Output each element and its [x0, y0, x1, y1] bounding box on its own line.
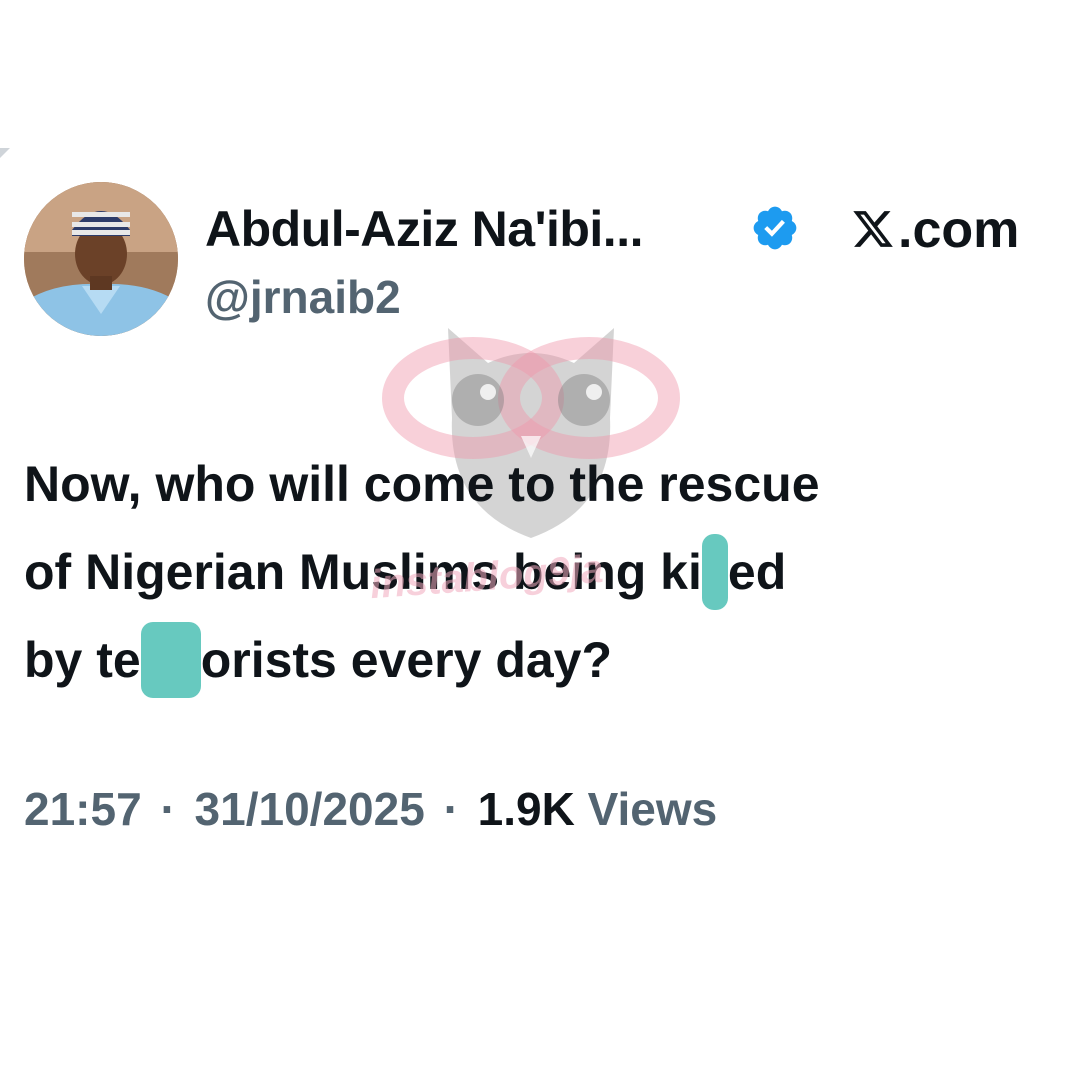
redaction-mark: ll — [701, 533, 728, 610]
tweet-date[interactable]: 31/10/2025 — [195, 783, 425, 835]
handle[interactable]: @jrnaib2 — [205, 270, 401, 324]
views-count: 1.9K — [477, 783, 575, 835]
separator: · — [160, 783, 176, 835]
avatar-image — [24, 182, 178, 336]
tweet-text-segment: Now, who will come to the rescue — [24, 456, 820, 512]
avatar[interactable] — [24, 182, 178, 336]
verified-badge-icon — [750, 203, 800, 253]
tweet-text: Now, who will come to the rescue of Nige… — [24, 440, 1064, 704]
tweet-text-segment: by te — [24, 632, 141, 688]
tweet-screenshot: Abdul-Aziz Na'ibi... .com @jrnaib2 Now, … — [0, 0, 1080, 1080]
tweet-time[interactable]: 21:57 — [24, 783, 142, 835]
tweet-line-2: of Nigerian Muslims being killed — [24, 528, 1064, 616]
display-name[interactable]: Abdul-Aziz Na'ibi... — [205, 200, 643, 258]
tweet-meta: 21:57 · 31/10/2025 · 1.9K Views — [24, 782, 717, 836]
x-logo-icon — [850, 207, 896, 251]
views-label: Views — [587, 783, 718, 835]
tweet-text-segment: orists every day? — [200, 632, 613, 688]
tweet-line-1: Now, who will come to the rescue — [24, 440, 1064, 528]
tweet-text-segment: ed — [727, 544, 787, 600]
redaction-mark: rr — [140, 621, 201, 698]
tweet-text-segment: of Nigerian Muslims being ki — [24, 544, 702, 600]
site-label: .com — [850, 200, 1019, 260]
separator: · — [443, 783, 459, 835]
corner-mark — [0, 148, 10, 158]
tweet-line-3: by terrorists every day? — [24, 616, 1064, 704]
site-label-suffix: .com — [898, 201, 1020, 259]
